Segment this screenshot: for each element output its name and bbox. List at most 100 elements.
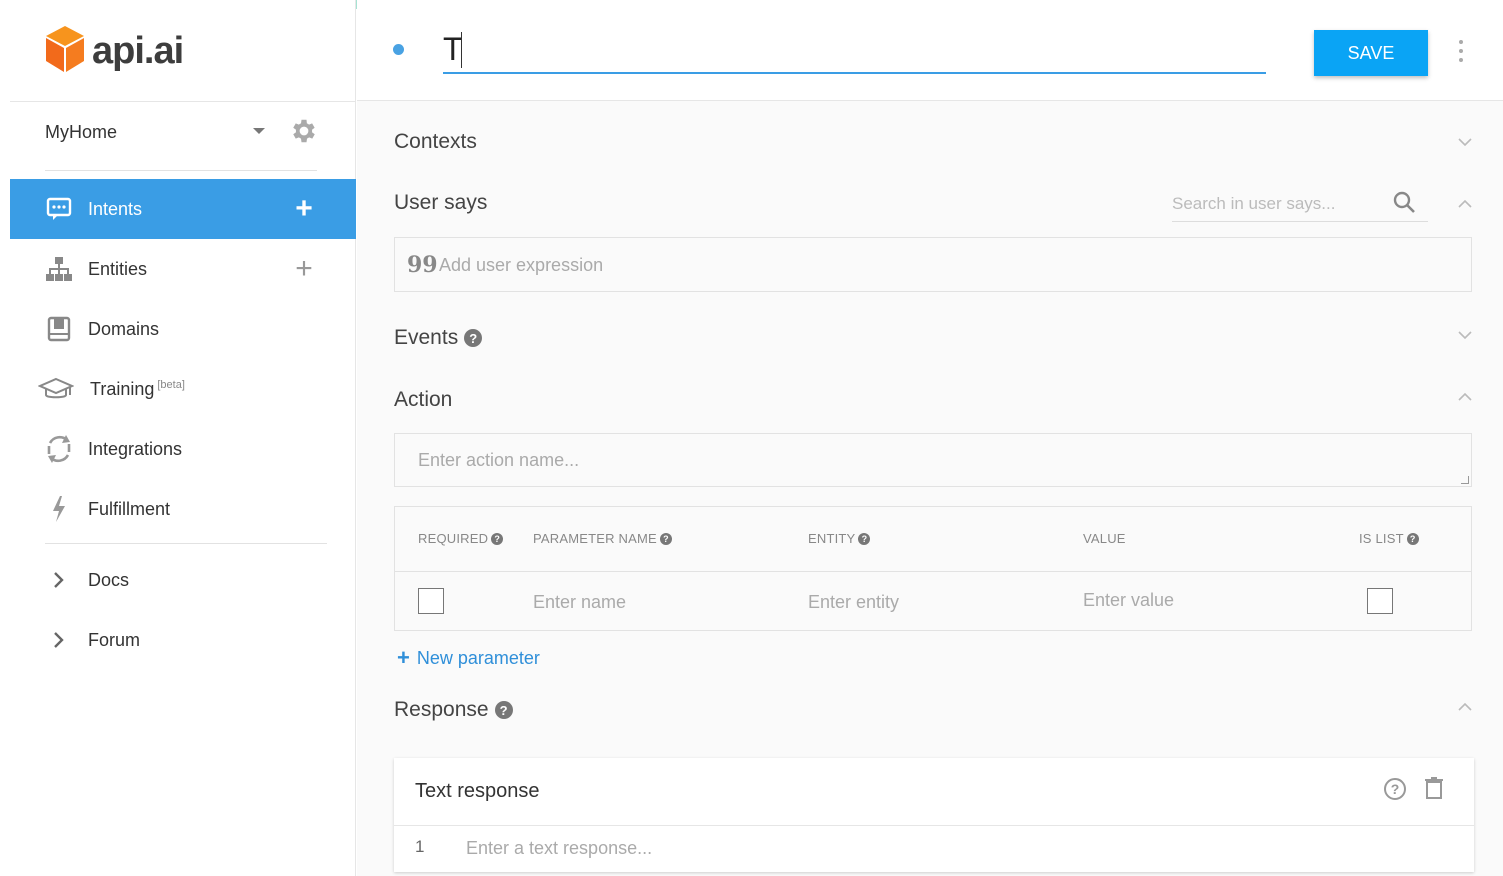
priority-dot[interactable] [393, 44, 404, 55]
required-checkbox[interactable] [418, 588, 444, 614]
value-input[interactable] [1083, 586, 1333, 614]
divider [45, 170, 317, 171]
sidebar-item-label: Fulfillment [88, 498, 171, 519]
column-header-parameter-name: PARAMETER NAME? [533, 531, 672, 546]
divider [10, 101, 356, 102]
sidebar-item-docs[interactable]: Docs [10, 550, 356, 610]
help-icon[interactable]: ? [494, 701, 513, 719]
new-parameter-label: New parameter [416, 647, 540, 668]
add-entity-button[interactable]: + [292, 254, 316, 284]
events-section-header[interactable]: Events ? [394, 326, 483, 350]
column-header-entity: ENTITY? [808, 531, 871, 546]
caret-down-icon[interactable] [253, 128, 265, 134]
book-icon [44, 314, 74, 344]
help-nav: Docs Forum [10, 550, 356, 670]
search-input[interactable] [1172, 190, 1382, 218]
sidebar-item-label: Training [beta] [90, 378, 185, 399]
section-title: Action [394, 388, 453, 411]
chevron-right-icon [44, 625, 74, 655]
section-title: User says [394, 191, 488, 214]
chevron-up-icon[interactable] [1457, 389, 1473, 405]
brand-name: api.ai [92, 30, 184, 72]
table-row [395, 572, 1471, 630]
beta-badge: [beta] [157, 378, 185, 391]
chevron-down-icon[interactable] [1457, 134, 1473, 150]
intent-editor: SAVE Contexts User says 99 Events ? Acti… [357, 0, 1503, 876]
user-expression-input[interactable] [439, 250, 1339, 280]
action-section-header[interactable]: Action [394, 388, 452, 412]
quote-icon: 99 [407, 252, 438, 278]
trash-icon[interactable] [1424, 776, 1444, 805]
help-icon[interactable]: ? [858, 532, 871, 545]
chevron-down-icon[interactable] [1457, 327, 1473, 343]
section-title: Contexts [394, 130, 477, 153]
sidebar-item-label: Entities [88, 258, 148, 279]
column-header-is-list: IS LIST? [1359, 531, 1419, 546]
response-section-header[interactable]: Response ? [394, 698, 513, 722]
sidebar: api.ai MyHome Intents + Entities + Domai… [10, 0, 356, 876]
more-options-icon[interactable] [1455, 40, 1467, 62]
agent-name: MyHome [45, 121, 118, 142]
section-title: Response [394, 698, 489, 721]
sidebar-item-label: Integrations [88, 438, 183, 459]
table-header: REQUIRED? PARAMETER NAME? ENTITY? VALUE … [395, 507, 1471, 572]
text-response-input[interactable] [466, 834, 1366, 862]
divider [394, 825, 1474, 826]
column-header-required: REQUIRED? [418, 531, 504, 546]
card-title: Text response [415, 780, 540, 802]
sync-icon [44, 434, 74, 464]
is-list-checkbox[interactable] [1367, 588, 1393, 614]
parameters-table: REQUIRED? PARAMETER NAME? ENTITY? VALUE … [394, 506, 1472, 631]
gear-icon[interactable] [289, 116, 319, 146]
intent-name-input[interactable] [443, 26, 1266, 74]
help-icon[interactable]: ? [464, 329, 483, 347]
parameter-name-input[interactable] [533, 588, 783, 616]
agent-selector[interactable]: MyHome [45, 112, 325, 152]
help-icon[interactable]: ? [1406, 532, 1419, 545]
sidebar-item-label: Forum [88, 629, 141, 650]
sidebar-item-intents[interactable]: Intents + [10, 179, 356, 239]
sidebar-item-forum[interactable]: Forum [10, 610, 356, 670]
chat-icon [44, 194, 74, 224]
save-button[interactable]: SAVE [1314, 30, 1428, 76]
search-icon[interactable] [1392, 190, 1416, 219]
plus-icon: + [397, 645, 410, 670]
action-name-box [394, 433, 1472, 487]
sidebar-item-fulfillment[interactable]: Fulfillment [10, 479, 356, 539]
sidebar-item-label: Intents [88, 198, 143, 219]
sitemap-icon [44, 254, 74, 284]
text-response-card: Text response ? 1 [394, 758, 1474, 872]
response-row-number: 1 [415, 837, 425, 856]
user-says-section-header[interactable]: User says [394, 191, 487, 215]
section-title: Events [394, 326, 459, 349]
sidebar-item-label: Domains [88, 318, 160, 339]
action-name-input[interactable] [418, 445, 1318, 475]
chevron-up-icon[interactable] [1457, 699, 1473, 715]
sidebar-item-entities[interactable]: Entities + [10, 239, 356, 299]
help-icon[interactable]: ? [491, 532, 504, 545]
add-intent-button[interactable]: + [292, 194, 316, 224]
text-cursor [461, 32, 462, 68]
divider [45, 543, 327, 544]
sidebar-item-label: Docs [88, 569, 130, 590]
new-parameter-link[interactable]: + New parameter [397, 645, 540, 671]
resize-handle[interactable] [1461, 476, 1469, 484]
sidebar-item-training[interactable]: Training [beta] [10, 359, 356, 419]
chevron-right-icon [44, 565, 74, 595]
user-says-search [1172, 186, 1428, 222]
graduation-cap-icon [38, 374, 74, 404]
brand-logo[interactable]: api.ai [44, 24, 184, 79]
sidebar-item-domains[interactable]: Domains [10, 299, 356, 359]
help-icon[interactable]: ? [659, 532, 672, 545]
column-header-value: VALUE [1083, 531, 1126, 546]
entity-input[interactable] [808, 588, 1058, 616]
chevron-up-icon[interactable] [1457, 196, 1473, 212]
contexts-section-header[interactable]: Contexts [394, 130, 477, 154]
intent-header: SAVE [357, 0, 1503, 101]
api-ai-logo-icon [44, 24, 86, 79]
main-nav: Intents + Entities + Domains Training [b… [10, 179, 356, 539]
user-expression-box: 99 [394, 237, 1472, 292]
help-icon[interactable]: ? [1384, 778, 1406, 800]
sidebar-item-integrations[interactable]: Integrations [10, 419, 356, 479]
bolt-icon [44, 494, 74, 524]
